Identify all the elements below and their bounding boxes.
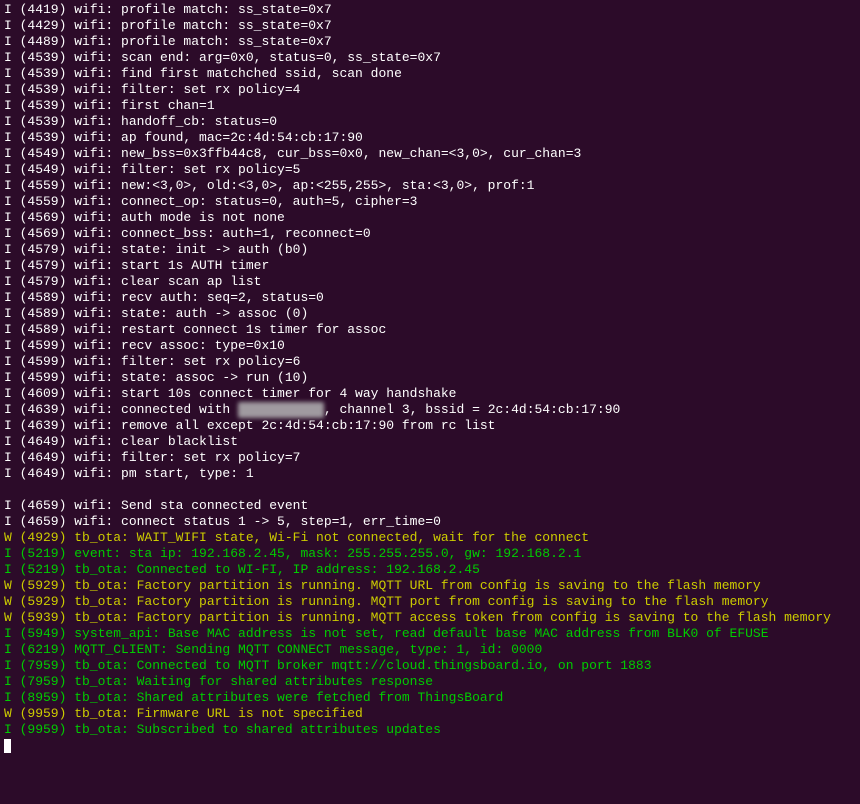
log-line: I (4659) wifi: Send sta connected event [4, 498, 856, 514]
log-line: I (4489) wifi: profile match: ss_state=0… [4, 34, 856, 50]
log-line: I (4569) wifi: connect_bss: auth=1, reco… [4, 226, 856, 242]
log-line: W (4929) tb_ota: WAIT_WIFI state, Wi-Fi … [4, 530, 856, 546]
log-line: I (4589) wifi: state: auth -> assoc (0) [4, 306, 856, 322]
log-line: I (4579) wifi: state: init -> auth (b0) [4, 242, 856, 258]
log-line: I (4589) wifi: recv auth: seq=2, status=… [4, 290, 856, 306]
log-line: I (4649) wifi: clear blacklist [4, 434, 856, 450]
log-line: I (4599) wifi: state: assoc -> run (10) [4, 370, 856, 386]
log-line: I (7959) tb_ota: Waiting for shared attr… [4, 674, 856, 690]
log-line: I (4549) wifi: filter: set rx policy=5 [4, 162, 856, 178]
terminal-output: I (4419) wifi: profile match: ss_state=0… [4, 2, 856, 754]
log-line: I (4659) wifi: connect status 1 -> 5, st… [4, 514, 856, 530]
log-line: I (4649) wifi: pm start, type: 1 [4, 466, 856, 482]
cursor [4, 739, 11, 753]
log-line: I (4579) wifi: start 1s AUTH timer [4, 258, 856, 274]
log-line: I (4559) wifi: connect_op: status=0, aut… [4, 194, 856, 210]
log-line: I (4579) wifi: clear scan ap list [4, 274, 856, 290]
log-line: I (4569) wifi: auth mode is not none [4, 210, 856, 226]
cursor-line [4, 738, 856, 754]
log-line: I (4539) wifi: filter: set rx policy=4 [4, 82, 856, 98]
log-line: I (4539) wifi: ap found, mac=2c:4d:54:cb… [4, 130, 856, 146]
log-line: I (5219) event: sta ip: 192.168.2.45, ma… [4, 546, 856, 562]
log-line: I (4539) wifi: scan end: arg=0x0, status… [4, 50, 856, 66]
redacted-ssid: Thingsboard [238, 402, 324, 418]
log-line: I (8959) tb_ota: Shared attributes were … [4, 690, 856, 706]
log-line: I (4589) wifi: restart connect 1s timer … [4, 322, 856, 338]
log-line: I (4429) wifi: profile match: ss_state=0… [4, 18, 856, 34]
log-line: I (4639) wifi: connected with Thingsboar… [4, 402, 856, 418]
log-line: I (4639) wifi: remove all except 2c:4d:5… [4, 418, 856, 434]
log-line: I (7959) tb_ota: Connected to MQTT broke… [4, 658, 856, 674]
log-line: I (4539) wifi: find first matchched ssid… [4, 66, 856, 82]
log-line: I (9959) tb_ota: Subscribed to shared at… [4, 722, 856, 738]
log-line: I (5219) tb_ota: Connected to WI-FI, IP … [4, 562, 856, 578]
log-line: W (5929) tb_ota: Factory partition is ru… [4, 594, 856, 610]
log-line: I (4609) wifi: start 10s connect timer f… [4, 386, 856, 402]
log-line: I (4599) wifi: recv assoc: type=0x10 [4, 338, 856, 354]
log-line: I (4599) wifi: filter: set rx policy=6 [4, 354, 856, 370]
log-line: I (4649) wifi: filter: set rx policy=7 [4, 450, 856, 466]
log-line: I (5949) system_api: Base MAC address is… [4, 626, 856, 642]
log-line: I (4419) wifi: profile match: ss_state=0… [4, 2, 856, 18]
log-line: I (6219) MQTT_CLIENT: Sending MQTT CONNE… [4, 642, 856, 658]
log-line: W (5929) tb_ota: Factory partition is ru… [4, 578, 856, 594]
log-line: I (4549) wifi: new_bss=0x3ffb44c8, cur_b… [4, 146, 856, 162]
log-line [4, 482, 856, 498]
log-line: W (5939) tb_ota: Factory partition is ru… [4, 610, 856, 626]
log-line: I (4539) wifi: handoff_cb: status=0 [4, 114, 856, 130]
log-line: I (4559) wifi: new:<3,0>, old:<3,0>, ap:… [4, 178, 856, 194]
log-line: I (4539) wifi: first chan=1 [4, 98, 856, 114]
log-line: W (9959) tb_ota: Firmware URL is not spe… [4, 706, 856, 722]
